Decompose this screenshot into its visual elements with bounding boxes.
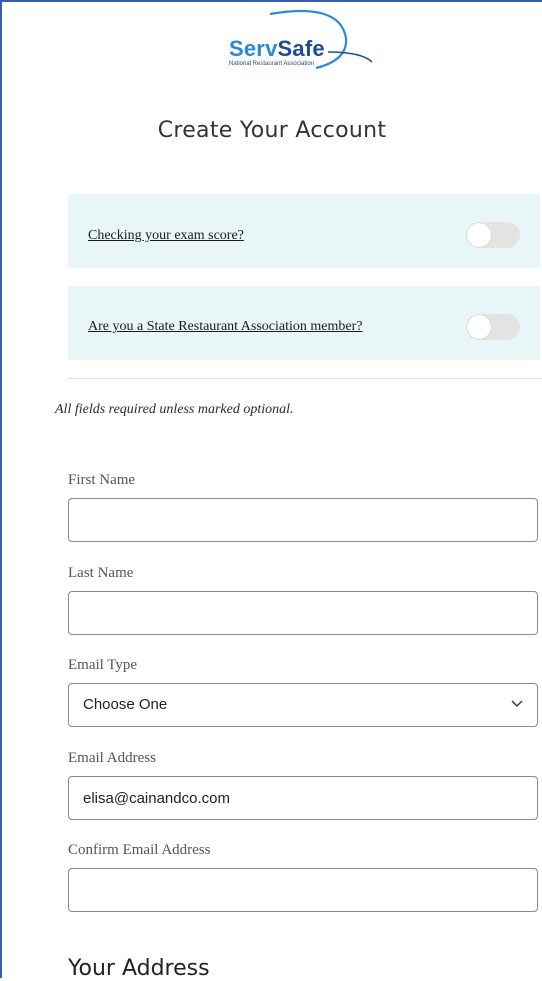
first-name-label: First Name [68, 472, 136, 488]
logo-wordmark: ServSafe [229, 36, 325, 61]
exam-score-switch[interactable] [466, 222, 520, 248]
email-type-selected-value: Choose One [83, 696, 168, 713]
switch-knob [467, 223, 491, 247]
association-member-switch[interactable] [466, 314, 520, 340]
create-account-page: ServSafe National Restaurant Association… [2, 2, 542, 981]
first-name-input[interactable] [68, 498, 538, 542]
email-type-select[interactable]: Choose One [68, 683, 538, 727]
last-name-input[interactable] [68, 591, 538, 635]
email-address-label: Email Address [68, 750, 156, 766]
required-fields-note: All fields required unless marked option… [55, 402, 294, 417]
page-title: Create Your Account [157, 118, 387, 143]
last-name-label: Last Name [68, 565, 134, 581]
chevron-down-icon [511, 700, 523, 707]
section-divider [68, 378, 542, 379]
servsafe-logo: ServSafe National Restaurant Association [212, 8, 382, 80]
email-type-label: Email Type [68, 657, 138, 673]
association-member-link[interactable]: Are you a State Restaurant Association m… [88, 319, 362, 335]
address-section-heading: Your Address [68, 956, 210, 981]
confirm-email-input[interactable] [68, 868, 538, 912]
confirm-email-label: Confirm Email Address [68, 842, 211, 858]
exam-score-link[interactable]: Checking your exam score? [88, 228, 244, 244]
exam-score-toggle-row: Checking your exam score? [68, 194, 540, 268]
logo-tagline: National Restaurant Association [229, 61, 315, 67]
association-member-toggle-row: Are you a State Restaurant Association m… [68, 286, 540, 360]
switch-knob [467, 315, 491, 339]
email-address-input[interactable] [68, 776, 538, 820]
